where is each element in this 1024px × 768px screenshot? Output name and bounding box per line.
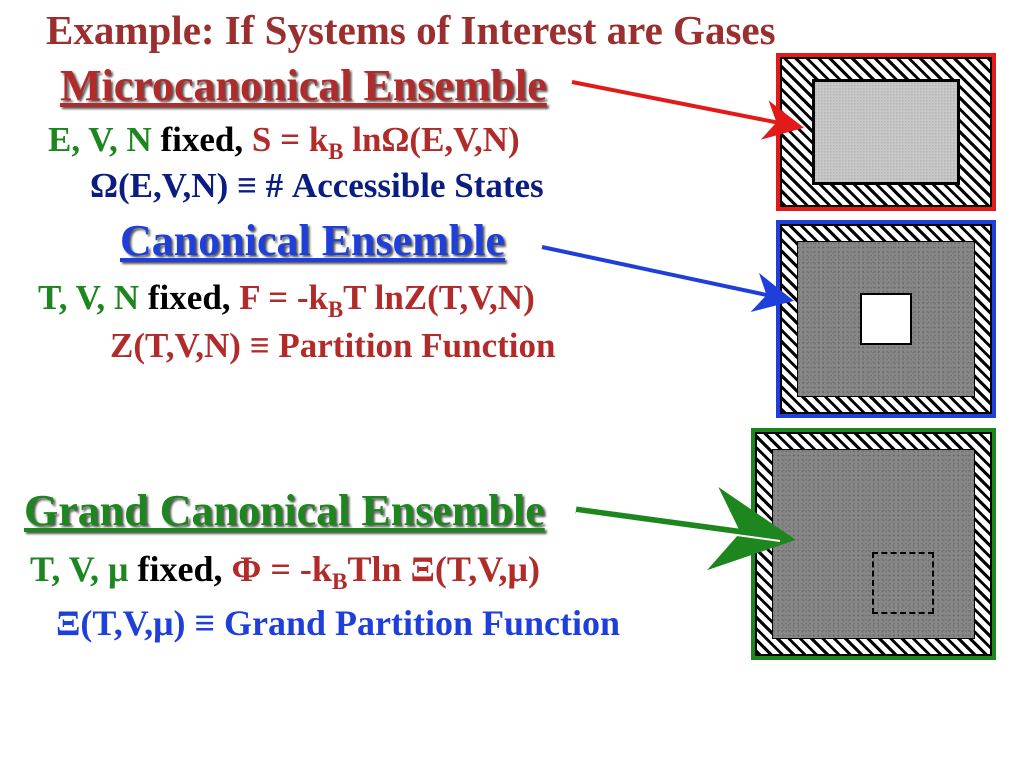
grand-vars: T, V, μ (30, 549, 128, 589)
heat-bath (797, 241, 975, 397)
microcanonical-heading: Microcanonical Ensemble (60, 60, 547, 111)
particle-bath (772, 449, 975, 639)
insulating-wall-icon (780, 57, 992, 207)
canon-vars: T, V, N (38, 278, 139, 317)
micro-fixed: fixed, (152, 120, 252, 159)
grand-eq: Φ = -kBTln Ξ(T,V,μ) (231, 549, 539, 589)
system-box (812, 79, 960, 185)
grand-partition: Ξ(T,V,μ) ≡ Grand Partition Function (56, 602, 620, 644)
system-box (860, 293, 912, 345)
canonical-diagram (776, 220, 996, 418)
micro-vars: E, V, N (48, 120, 152, 159)
grand-formula: T, V, μ fixed, Φ = -kBTln Ξ(T,V,μ) (30, 548, 540, 596)
grand-canonical-diagram (751, 428, 996, 660)
open-system-box (872, 552, 934, 614)
arrow-grand-highlight (576, 513, 780, 541)
microcanonical-formula: E, V, N fixed, S = kB lnΩ(E,V,N) (48, 120, 520, 165)
microcanonical-states: Ω(E,V,N) ≡ # Accessible States (90, 166, 544, 206)
insulating-wall-icon (780, 224, 992, 414)
microcanonical-diagram (776, 53, 996, 211)
canonical-formula: T, V, N fixed, F = -kBT lnZ(T,V,N) (38, 278, 535, 323)
arrow-microcanonical (572, 82, 800, 127)
canon-eq: F = -kBT lnZ(T,V,N) (239, 278, 534, 317)
canonical-heading: Canonical Ensemble (120, 215, 505, 266)
insulating-wall-icon (755, 432, 992, 656)
slide-title: Example: If Systems of Interest are Gase… (46, 6, 776, 54)
grand-canonical-heading: Grand Canonical Ensemble (24, 485, 545, 536)
canon-fixed: fixed, (139, 278, 239, 317)
grand-fixed: fixed, (128, 549, 231, 589)
canonical-partition: Z(T,V,N) ≡ Partition Function (110, 326, 555, 366)
gas-region (813, 80, 959, 184)
micro-eq: S = kB lnΩ(E,V,N) (252, 120, 520, 159)
arrow-canonical (542, 247, 790, 300)
